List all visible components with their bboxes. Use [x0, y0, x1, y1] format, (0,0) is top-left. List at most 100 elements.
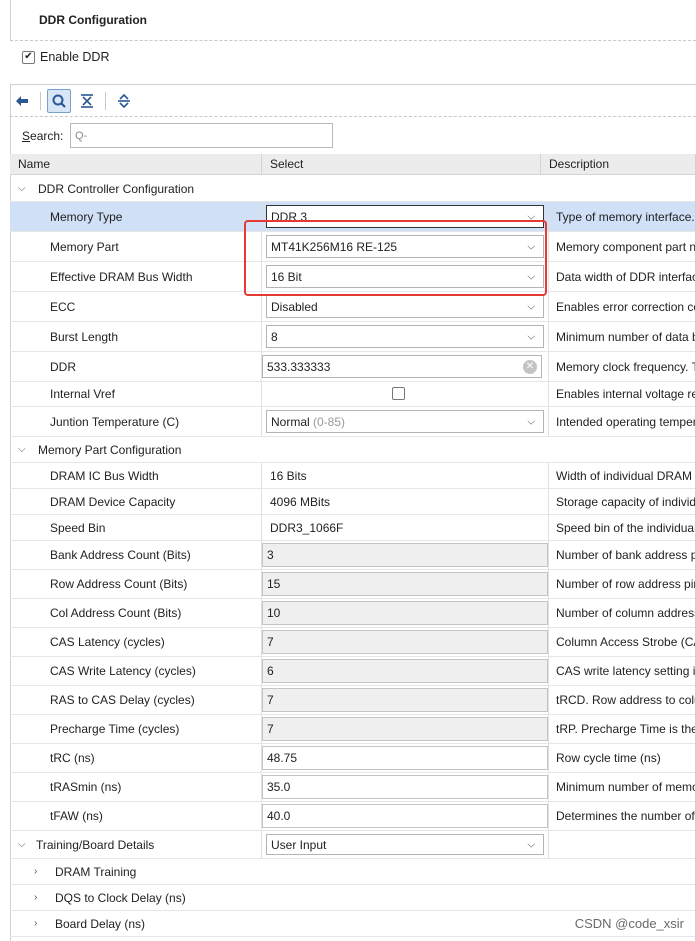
- dropdown-value: Normal: [271, 414, 310, 429]
- input-value: 533.333333: [267, 359, 331, 374]
- table-row-junction-temp[interactable]: Juntion Temperature (C) Normal (0-85) ⌵ …: [10, 407, 696, 437]
- ecc-dropdown[interactable]: Disabled ⌵: [266, 295, 544, 318]
- table-row-memory-part[interactable]: Memory Part MT41K256M16 RE-125 ⌵ Memory …: [10, 232, 696, 262]
- chevron-down-icon[interactable]: ⌵: [527, 301, 535, 312]
- select-cell: DDR 3 ⌵: [261, 202, 549, 231]
- select-cell: 8 ⌵: [261, 322, 549, 351]
- select-cell: 35.0: [261, 773, 549, 801]
- select-cell: 7: [261, 628, 549, 656]
- table-row-cas-write-latency[interactable]: CAS Write Latency (cycles) 6 CAS write l…: [10, 657, 696, 686]
- chevron-down-icon[interactable]: ⌵: [527, 241, 535, 252]
- chevron-down-icon[interactable]: ⌵: [527, 331, 535, 342]
- column-header-description[interactable]: Description: [540, 154, 609, 175]
- row-description: Column Access Strobe (CAS): [556, 635, 696, 649]
- checkbox-checked-icon[interactable]: ✔: [22, 50, 35, 64]
- column-header-name[interactable]: Name: [10, 154, 50, 175]
- row-description: Minimum number of memory: [556, 780, 696, 794]
- chevron-right-icon[interactable]: ›: [34, 859, 37, 884]
- row-name: Col Address Count (Bits): [50, 606, 182, 620]
- enable-ddr-checkbox[interactable]: ✔ Enable DDR: [22, 50, 109, 64]
- internal-vref-checkbox[interactable]: [392, 387, 405, 400]
- search-icon[interactable]: [47, 89, 71, 113]
- row-name: DRAM IC Bus Width: [50, 468, 159, 483]
- clear-icon[interactable]: ✕: [523, 359, 537, 374]
- collapse-all-icon[interactable]: [75, 89, 99, 113]
- dropdown-value: Disabled: [271, 299, 318, 314]
- table-row-col-addr[interactable]: Col Address Count (Bits) 10 Number of co…: [10, 599, 696, 628]
- select-cell: 533.333333 ✕: [261, 352, 549, 381]
- row-description: Type of memory interface. Refer: [556, 209, 696, 224]
- dropdown-value: MT41K256M16 RE-125: [271, 239, 398, 254]
- row-name: Effective DRAM Bus Width: [50, 269, 193, 284]
- readonly-field: 7: [262, 688, 548, 712]
- toolbar-divider: [105, 92, 106, 110]
- table-row-internal-vref[interactable]: Internal Vref Enables internal voltage r…: [10, 382, 696, 407]
- row-description: Intended operating temperature: [556, 414, 696, 429]
- toolbar: [10, 89, 140, 113]
- chevron-down-icon[interactable]: ⌵: [527, 416, 535, 427]
- memory-part-dropdown[interactable]: MT41K256M16 RE-125 ⌵: [266, 235, 544, 258]
- row-description: Speed bin of the individual DRAM: [556, 520, 696, 535]
- row-description: Number of row address pins: [556, 577, 696, 591]
- row-name: Memory Type: [50, 209, 123, 224]
- tree-row-dram-training[interactable]: › DRAM Training: [10, 859, 696, 885]
- table-row-row-addr[interactable]: Row Address Count (Bits) 15 Number of ro…: [10, 570, 696, 599]
- row-description: Number of bank address pins: [556, 548, 696, 562]
- row-value: DDR3_1066F: [270, 520, 344, 535]
- tfaw-input[interactable]: 40.0: [262, 804, 548, 828]
- junction-temp-dropdown[interactable]: Normal (0-85) ⌵: [266, 410, 544, 433]
- row-name: Board Delay (ns): [55, 916, 146, 931]
- group-row-memory-part[interactable]: ⌵ Memory Part Configuration: [10, 437, 696, 463]
- select-cell: 16 Bits: [261, 463, 549, 488]
- row-description: Number of column address pins: [556, 606, 696, 620]
- select-cell: 6: [261, 657, 549, 685]
- search-input[interactable]: Q-: [70, 123, 333, 148]
- chevron-down-icon[interactable]: ⌵: [527, 839, 535, 850]
- table-row-precharge[interactable]: Precharge Time (cycles) 7 tRP. Precharge…: [10, 715, 696, 744]
- table-row-dram-device-capacity[interactable]: DRAM Device Capacity 4096 MBits Storage …: [10, 489, 696, 515]
- chevron-down-icon[interactable]: ⌵: [18, 831, 26, 858]
- back-arrow-icon[interactable]: [10, 89, 34, 113]
- table-row-ras-to-cas[interactable]: RAS to CAS Delay (cycles) 7 tRCD. Row ad…: [10, 686, 696, 715]
- chevron-down-icon[interactable]: ⌵: [18, 176, 26, 201]
- chevron-down-icon[interactable]: ⌵: [527, 211, 535, 222]
- group-row-training-board[interactable]: ⌵ Training/Board Details User Input ⌵: [10, 831, 696, 859]
- group-row-ddr-controller[interactable]: ⌵ DDR Controller Configuration: [10, 176, 696, 202]
- row-name: Row Address Count (Bits): [50, 577, 188, 591]
- table-row-cas-latency[interactable]: CAS Latency (cycles) 7 Column Access Str…: [10, 628, 696, 657]
- memory-type-dropdown[interactable]: DDR 3 ⌵: [266, 205, 544, 228]
- chevron-right-icon[interactable]: ›: [34, 885, 37, 910]
- expand-all-icon[interactable]: [112, 89, 136, 113]
- chevron-right-icon[interactable]: ›: [34, 911, 37, 936]
- table-row-memory-type[interactable]: Memory Type DDR 3 ⌵ Type of memory inter…: [10, 202, 696, 232]
- column-header-select[interactable]: Select: [261, 154, 549, 175]
- bus-width-dropdown[interactable]: 16 Bit ⌵: [266, 265, 544, 288]
- row-name: DQS to Clock Delay (ns): [55, 890, 186, 905]
- trc-input[interactable]: 48.75: [262, 746, 548, 770]
- table-row-tfaw[interactable]: tFAW (ns) 40.0 Determines the number of …: [10, 802, 696, 831]
- select-cell: 15: [261, 570, 549, 598]
- table-row-bus-width[interactable]: Effective DRAM Bus Width 16 Bit ⌵ Data w…: [10, 262, 696, 292]
- training-board-dropdown[interactable]: User Input ⌵: [266, 834, 544, 855]
- table-row-burst-length[interactable]: Burst Length 8 ⌵ Minimum number of data …: [10, 322, 696, 352]
- table-row-speed-bin[interactable]: Speed Bin DDR3_1066F Speed bin of the in…: [10, 515, 696, 541]
- trasmin-input[interactable]: 35.0: [262, 775, 548, 799]
- ddr-frequency-input[interactable]: 533.333333 ✕: [262, 355, 542, 378]
- table-row-dram-ic-bus-width[interactable]: DRAM IC Bus Width 16 Bits Width of indiv…: [10, 463, 696, 489]
- select-cell: 48.75: [261, 744, 549, 772]
- row-name: tFAW (ns): [50, 809, 103, 823]
- table-row-ecc[interactable]: ECC Disabled ⌵ Enables error correction …: [10, 292, 696, 322]
- chevron-down-icon[interactable]: ⌵: [527, 271, 535, 282]
- chevron-down-icon[interactable]: ⌵: [18, 437, 26, 462]
- row-name: CAS Latency (cycles): [50, 635, 165, 649]
- row-name: CAS Write Latency (cycles): [50, 664, 196, 678]
- burst-length-dropdown[interactable]: 8 ⌵: [266, 325, 544, 348]
- table-row-trasmin[interactable]: tRASmin (ns) 35.0 Minimum number of memo…: [10, 773, 696, 802]
- tree-row-dqs-clock-delay[interactable]: › DQS to Clock Delay (ns): [10, 885, 696, 911]
- enable-ddr-label: Enable DDR: [40, 50, 110, 64]
- row-description: Determines the number of activ: [556, 809, 696, 823]
- table-row-ddr[interactable]: DDR 533.333333 ✕ Memory clock frequency.…: [10, 352, 696, 382]
- table-row-trc[interactable]: tRC (ns) 48.75 Row cycle time (ns): [10, 744, 696, 773]
- table-row-bank-addr[interactable]: Bank Address Count (Bits) 3 Number of ba…: [10, 541, 696, 570]
- select-cell: 4096 MBits: [261, 489, 549, 514]
